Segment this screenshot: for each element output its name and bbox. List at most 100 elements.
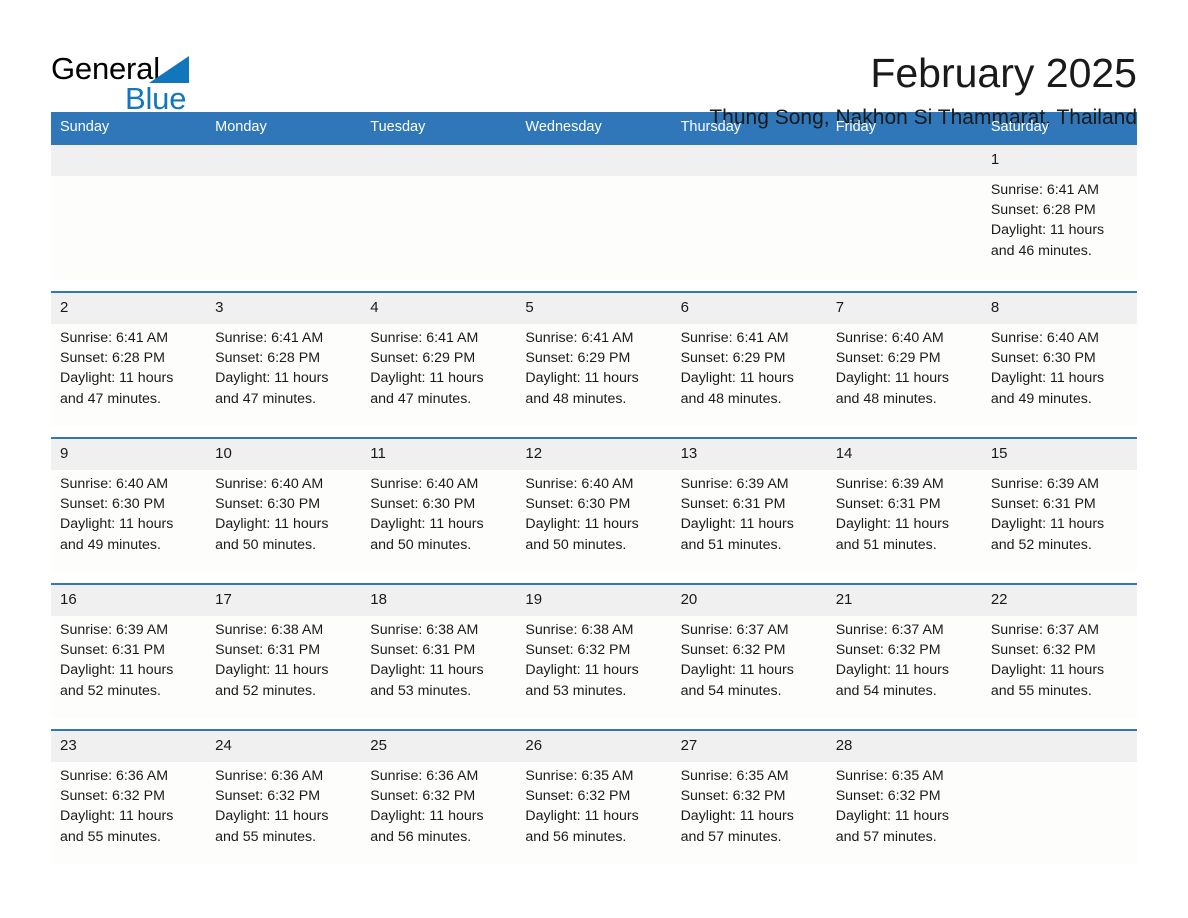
calendar-day-cell[interactable]: 10 Sunrise: 6:40 AM Sunset: 6:30 PM Dayli… [206,437,362,572]
column-header-wednesday: Wednesday [516,112,672,144]
calendar-empty-cell [206,143,362,280]
calendar-table: Sunday Monday Tuesday Wednesday Thursday… [51,112,1137,864]
calendar-day-cell[interactable]: 26 Sunrise: 6:35 AM Sunset: 6:32 PM Dayli… [516,729,672,864]
day-sun-info: Sunrise: 6:40 AM Sunset: 6:30 PM Dayligh… [525,476,639,553]
day-sun-info: Sunrise: 6:37 AM Sunset: 6:32 PM Dayligh… [680,622,794,699]
calendar-day-cell[interactable]: 14 Sunrise: 6:39 AM Sunset: 6:31 PM Dayli… [826,437,982,572]
day-number: 1 [981,145,1137,176]
day-sun-info: Sunrise: 6:36 AM Sunset: 6:32 PM Dayligh… [60,768,174,845]
day-sun-info: Sunrise: 6:41 AM Sunset: 6:29 PM Dayligh… [370,330,484,407]
week-spacer [51,280,1137,292]
calendar-day-cell[interactable]: 22 Sunrise: 6:37 AM Sunset: 6:32 PM Dayli… [981,583,1137,718]
calendar-day-cell[interactable]: 23 Sunrise: 6:36 AM Sunset: 6:32 PM Dayli… [51,729,207,864]
week-spacer [51,426,1137,438]
day-sun-info: Sunrise: 6:40 AM Sunset: 6:29 PM Dayligh… [835,330,950,407]
day-sun-info: Sunrise: 6:38 AM Sunset: 6:31 PM Dayligh… [215,622,329,699]
calendar-day-cell[interactable]: 8 Sunrise: 6:40 AM Sunset: 6:30 PM Daylig… [981,291,1137,426]
day-number [516,145,672,176]
calendar-day-cell[interactable]: 5 Sunrise: 6:41 AM Sunset: 6:29 PM Daylig… [516,291,672,426]
day-number: 11 [361,439,517,470]
calendar-body: 1 Sunrise: 6:41 AM Sunset: 6:28 PM Daylig… [51,143,1137,864]
column-header-sunday: Sunday [51,112,207,144]
calendar-day-cell[interactable]: 19 Sunrise: 6:38 AM Sunset: 6:32 PM Dayli… [516,583,672,718]
calendar-day-cell[interactable]: 28 Sunrise: 6:35 AM Sunset: 6:32 PM Dayli… [826,729,982,864]
day-number: 8 [981,293,1137,324]
day-number: 2 [51,293,207,324]
day-sun-info: Sunrise: 6:38 AM Sunset: 6:31 PM Dayligh… [370,622,484,699]
calendar-day-cell[interactable]: 16 Sunrise: 6:39 AM Sunset: 6:31 PM Dayli… [51,583,207,718]
calendar-day-cell[interactable]: 1 Sunrise: 6:41 AM Sunset: 6:28 PM Daylig… [981,143,1137,280]
week-spacer-cell [51,572,1137,584]
day-sun-info: Sunrise: 6:35 AM Sunset: 6:32 PM Dayligh… [525,768,639,845]
calendar-empty-cell [981,729,1137,864]
logo-text-blue: Blue [125,81,187,116]
day-sun-info: Sunrise: 6:41 AM Sunset: 6:29 PM Dayligh… [680,330,794,407]
day-sun-info: Sunrise: 6:41 AM Sunset: 6:28 PM Dayligh… [215,330,329,407]
day-number: 16 [51,585,207,616]
day-number: 7 [826,293,982,324]
day-sun-info: Sunrise: 6:40 AM Sunset: 6:30 PM Dayligh… [370,476,484,553]
calendar-day-cell[interactable]: 7 Sunrise: 6:40 AM Sunset: 6:29 PM Daylig… [826,291,982,426]
day-number: 20 [671,585,827,616]
day-number: 23 [51,731,207,762]
page-header: General Blue February 2025 Thung Song, N… [51,0,1137,129]
calendar-week-row: 23 Sunrise: 6:36 AM Sunset: 6:32 PM Dayli… [51,729,1137,864]
day-number: 4 [361,293,517,324]
week-spacer [51,718,1137,730]
page-title: February 2025 [870,50,1137,96]
calendar-day-cell[interactable]: 12 Sunrise: 6:40 AM Sunset: 6:30 PM Dayli… [516,437,672,572]
week-spacer-cell [51,280,1137,292]
calendar-day-cell[interactable]: 2 Sunrise: 6:41 AM Sunset: 6:28 PM Daylig… [51,291,207,426]
day-number: 21 [826,585,982,616]
day-number: 6 [671,293,827,324]
day-number [206,145,362,176]
calendar-day-cell[interactable]: 24 Sunrise: 6:36 AM Sunset: 6:32 PM Dayli… [206,729,362,864]
day-number: 19 [516,585,672,616]
calendar-day-cell[interactable]: 3 Sunrise: 6:41 AM Sunset: 6:28 PM Daylig… [206,291,362,426]
day-number: 27 [671,731,827,762]
day-sun-info: Sunrise: 6:40 AM Sunset: 6:30 PM Dayligh… [990,330,1105,407]
calendar-empty-cell [51,143,207,280]
day-number: 5 [516,293,672,324]
general-blue-logo[interactable]: General Blue [51,47,201,115]
calendar-day-cell[interactable]: 13 Sunrise: 6:39 AM Sunset: 6:31 PM Dayli… [671,437,827,572]
day-sun-info: Sunrise: 6:41 AM Sunset: 6:28 PM Dayligh… [60,330,174,407]
calendar-day-cell[interactable]: 9 Sunrise: 6:40 AM Sunset: 6:30 PM Daylig… [51,437,207,572]
column-header-monday: Monday [206,112,362,144]
calendar-day-cell[interactable]: 6 Sunrise: 6:41 AM Sunset: 6:29 PM Daylig… [671,291,827,426]
calendar-day-cell[interactable]: 11 Sunrise: 6:40 AM Sunset: 6:30 PM Dayli… [361,437,517,572]
calendar-empty-cell [671,143,827,280]
calendar-empty-cell [361,143,517,280]
day-number [826,145,982,176]
day-number: 24 [206,731,362,762]
calendar-day-cell[interactable]: 18 Sunrise: 6:38 AM Sunset: 6:31 PM Dayli… [361,583,517,718]
calendar-day-cell[interactable]: 4 Sunrise: 6:41 AM Sunset: 6:29 PM Daylig… [361,291,517,426]
calendar-empty-cell [516,143,672,280]
day-sun-info: Sunrise: 6:39 AM Sunset: 6:31 PM Dayligh… [835,476,950,553]
day-sun-info: Sunrise: 6:38 AM Sunset: 6:32 PM Dayligh… [525,622,639,699]
calendar-day-cell[interactable]: 20 Sunrise: 6:37 AM Sunset: 6:32 PM Dayli… [671,583,827,718]
calendar-day-cell[interactable]: 25 Sunrise: 6:36 AM Sunset: 6:32 PM Dayli… [361,729,517,864]
calendar-day-cell[interactable]: 27 Sunrise: 6:35 AM Sunset: 6:32 PM Dayli… [671,729,827,864]
day-sun-info: Sunrise: 6:39 AM Sunset: 6:31 PM Dayligh… [990,476,1105,553]
calendar-week-row: 16 Sunrise: 6:39 AM Sunset: 6:31 PM Dayli… [51,583,1137,718]
day-sun-info: Sunrise: 6:35 AM Sunset: 6:32 PM Dayligh… [680,768,794,845]
calendar-day-cell[interactable]: 15 Sunrise: 6:39 AM Sunset: 6:31 PM Dayli… [981,437,1137,572]
day-number: 15 [981,439,1137,470]
day-number: 13 [671,439,827,470]
calendar-week-row: 2 Sunrise: 6:41 AM Sunset: 6:28 PM Daylig… [51,291,1137,426]
triangle-icon [149,56,189,83]
day-sun-info: Sunrise: 6:36 AM Sunset: 6:32 PM Dayligh… [215,768,329,845]
day-number: 14 [826,439,982,470]
day-sun-info: Sunrise: 6:36 AM Sunset: 6:32 PM Dayligh… [370,768,484,845]
calendar-empty-cell [826,143,982,280]
calendar-day-cell[interactable]: 21 Sunrise: 6:37 AM Sunset: 6:32 PM Dayli… [826,583,982,718]
day-number: 22 [981,585,1137,616]
calendar-week-row: 1 Sunrise: 6:41 AM Sunset: 6:28 PM Daylig… [51,143,1137,280]
day-number: 12 [516,439,672,470]
day-number: 25 [361,731,517,762]
day-number: 28 [826,731,982,762]
calendar-day-cell[interactable]: 17 Sunrise: 6:38 AM Sunset: 6:31 PM Dayli… [206,583,362,718]
day-number: 3 [206,293,362,324]
day-sun-info: Sunrise: 6:40 AM Sunset: 6:30 PM Dayligh… [215,476,329,553]
